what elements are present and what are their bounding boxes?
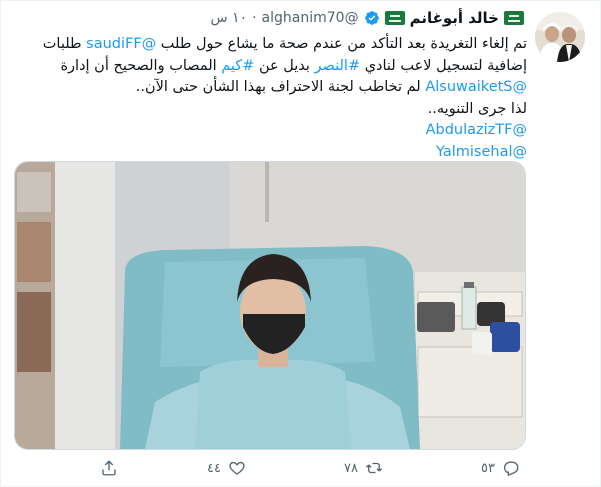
- tweet-text-line: إضافية لتسجيل لاعب لنادي #النصر بديل عن …: [29, 56, 527, 78]
- saudi-flag-icon: [504, 11, 524, 25]
- tweet-timestamp[interactable]: ١٠ س: [211, 10, 248, 26]
- tweet-text-segment: بديل عن: [254, 57, 315, 74]
- retweet-icon: [365, 462, 382, 474]
- tweet-text-segment: لذا جرى التنويه..: [427, 100, 527, 117]
- tweet-text-line: لذا جرى التنويه..: [29, 99, 527, 121]
- mention-link[interactable]: @saudiFF: [86, 36, 156, 52]
- tweet-card[interactable]: خالد أبوغانم @alghanim70 · ١٠ س تم إلغاء…: [0, 0, 601, 487]
- tweet-actions: ٥٣ ٧٨ ٤٤: [1, 459, 600, 481]
- retweet-count: ٧٨: [344, 460, 358, 476]
- tweet-text-line: @Yalmisehal: [29, 142, 527, 164]
- tweet-text-segment: طلبات: [42, 36, 87, 52]
- tweet-text-line: @AbdulazizTF: [29, 120, 527, 142]
- tweet-text-segment: تم إلغاء التغريدة بعد التأكد من عندم صحة…: [156, 36, 527, 52]
- share-button[interactable]: [100, 459, 118, 477]
- tweet-text: تم إلغاء التغريدة بعد التأكد من عندم صحة…: [29, 34, 527, 163]
- tweet-media-photo[interactable]: [14, 161, 526, 450]
- hashtag-link[interactable]: #كيم: [221, 58, 254, 74]
- like-button[interactable]: ٤٤: [207, 459, 246, 477]
- verified-icon: [364, 11, 379, 25]
- mention-link[interactable]: @AbdulazizTF: [426, 122, 527, 138]
- avatar-image: [535, 12, 585, 62]
- saudi-flag-icon: [384, 11, 405, 25]
- header-separator: ·: [252, 10, 257, 26]
- reply-count: ٥٣: [481, 460, 495, 476]
- mention-link[interactable]: @Yalmisehal: [436, 144, 527, 160]
- author-handle[interactable]: @alghanim70: [262, 10, 359, 26]
- tweet-header: خالد أبوغانم @alghanim70 · ١٠ س: [211, 9, 524, 27]
- retweet-button[interactable]: ٧٨: [344, 459, 383, 477]
- mention-link[interactable]: @AlsuwaiketS: [425, 79, 527, 95]
- tweet-text-segment: لم تخاطب لجنة الاحتراف بهذا الشأن حتى ال…: [135, 79, 426, 95]
- share-icon: [102, 460, 116, 476]
- reply-button[interactable]: ٥٣: [481, 459, 520, 477]
- tweet-text-line: @AlsuwaiketS لم تخاطب لجنة الاحتراف بهذا…: [29, 77, 527, 99]
- author-name[interactable]: خالد أبوغانم: [410, 9, 499, 27]
- hashtag-link[interactable]: #النصر: [315, 58, 361, 74]
- like-count: ٤٤: [207, 460, 221, 476]
- like-icon: [229, 461, 245, 475]
- tweet-text-segment: المصاب والصحيح أن إدارة: [60, 57, 222, 74]
- avatar[interactable]: [535, 12, 585, 62]
- hospital-photo: [15, 162, 525, 449]
- tweet-text-segment: إضافية لتسجيل لاعب لنادي: [360, 57, 527, 74]
- tweet-text-line: تم إلغاء التغريدة بعد التأكد من عندم صحة…: [29, 34, 527, 56]
- reply-icon: [503, 461, 519, 477]
